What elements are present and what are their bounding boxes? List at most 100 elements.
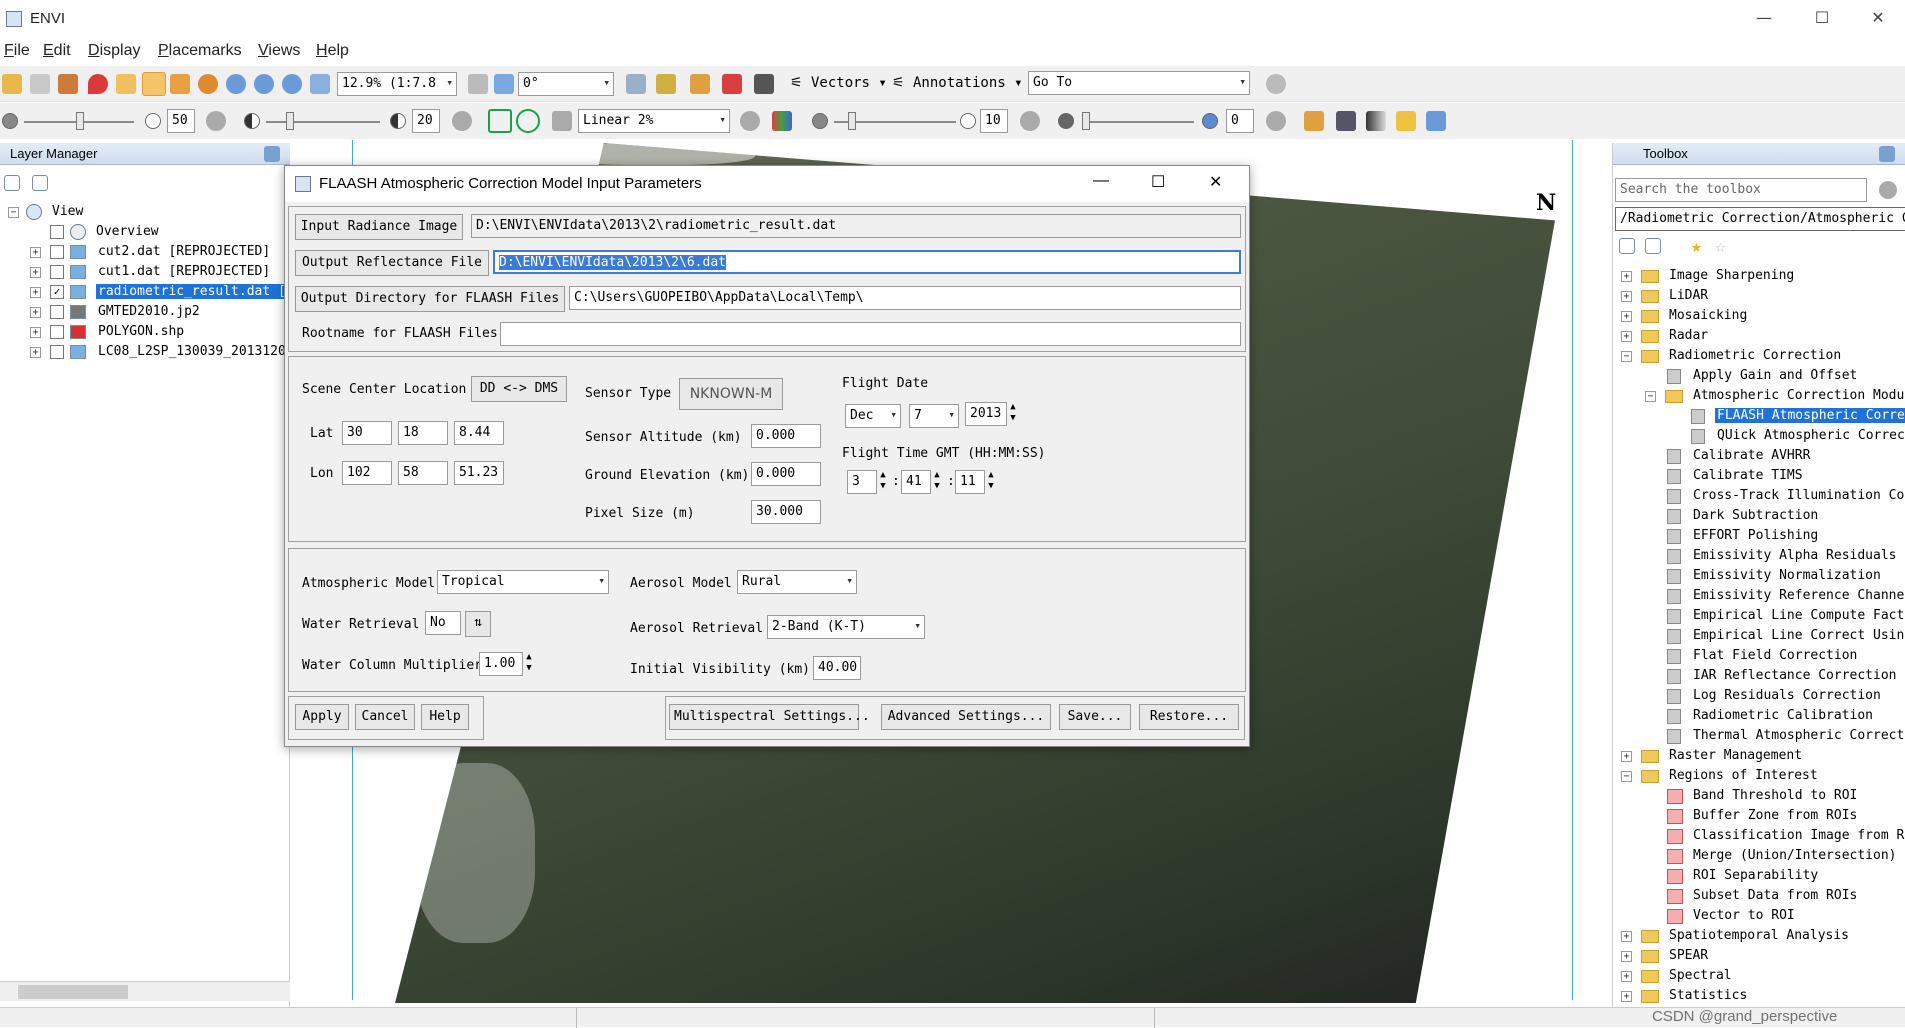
expand-toggle[interactable]: + [1621,291,1632,302]
toolbox-item[interactable]: + Mosaicking [1621,307,1905,327]
transparency-slider[interactable] [1082,121,1194,123]
water-retrieval-field[interactable]: No [425,611,461,635]
dd-dms-button[interactable]: DD <-> DMS [471,376,567,402]
expand-toggle[interactable]: + [1621,931,1632,942]
toolbox-item[interactable]: ROI Separability [1621,867,1905,887]
toolbox-item[interactable]: Calibrate AVHRR [1621,447,1905,467]
expand-toggle[interactable]: − [1621,771,1632,782]
image-view-icon[interactable] [1336,111,1356,131]
roi-icon[interactable] [722,74,742,94]
flight-day-select[interactable]: 7 ▾ [909,404,959,428]
pin-icon[interactable] [264,146,280,162]
aerosol-retrieval-select[interactable]: 2-Band (K-T) ▾ [767,615,925,639]
restore-button[interactable]: Restore... [1139,704,1239,730]
layer-checkbox[interactable] [50,325,64,339]
minimize-button[interactable]: — [1744,8,1784,30]
data-manager-icon[interactable] [30,74,50,94]
input-radiance-field[interactable]: D:\ENVI\ENVIdata\2013\2\radiometric_resu… [471,214,1241,238]
toolbox-item[interactable]: Classification Image from RO [1621,827,1905,847]
lon-seconds[interactable]: 51.23 [454,461,504,485]
pan-icon[interactable] [142,72,166,96]
expand-toggle[interactable]: + [30,287,41,298]
flight-second-spinner[interactable]: ▲ ▼ [985,470,997,494]
toolbox-item[interactable]: Radiometric Calibration [1621,707,1905,727]
lon-degrees[interactable]: 102 [342,461,392,485]
layer-checkbox[interactable] [50,305,64,319]
expand-toggle[interactable]: + [1621,311,1632,322]
contrast-handle[interactable] [286,112,294,130]
expand-toggle[interactable]: − [1621,351,1632,362]
color-table-icon[interactable] [772,111,792,131]
expand-toggle[interactable]: + [30,347,41,358]
stretch-icon[interactable] [552,111,572,131]
toolbox-item[interactable]: + Image Sharpening [1621,267,1905,287]
select-icon[interactable] [116,74,136,94]
flight-year-field[interactable]: 2013 [965,402,1007,426]
toolbox-item[interactable]: Cross-Track Illumination Cor [1621,487,1905,507]
brightness-value[interactable]: 50 [167,109,195,133]
flight-second-field[interactable]: 11 [955,470,985,494]
favorite-star-icon[interactable]: ★ [1691,236,1702,257]
multispectral-settings-button[interactable]: Multispectral Settings... [669,704,870,730]
stretch-select[interactable]: Linear 2% ▾ [578,109,730,133]
toolbox-item[interactable]: Flat Field Correction [1621,647,1905,667]
zoom-out-icon[interactable] [282,74,302,94]
favorites-icon[interactable]: ☆ [1715,236,1726,257]
toolbox-item[interactable]: + Spectral [1621,967,1905,987]
toolbox-item[interactable]: Dark Subtraction [1621,507,1905,527]
measure-icon[interactable] [690,74,710,94]
layer-checkbox[interactable] [50,345,64,359]
flight-hour-spinner[interactable]: ▲ ▼ [877,470,889,494]
toolbox-item[interactable]: QUick Atmospheric Correct [1621,427,1905,447]
toolbox-item[interactable]: IAR Reflectance Correction [1621,667,1905,687]
expand-toggle[interactable]: + [30,267,41,278]
dialog-minimize-button[interactable]: — [1093,172,1109,190]
cancel-button[interactable]: Cancel [355,704,415,730]
fly-icon[interactable] [170,74,190,94]
overview-checkbox[interactable] [50,225,64,239]
water-column-spinner[interactable]: ▲ ▼ [523,652,535,676]
flight-minute-field[interactable]: 41 [901,470,931,494]
transparency-value[interactable]: 0 [1226,109,1254,133]
toolbox-item[interactable]: Vector to ROI [1621,907,1905,927]
toolbox-item[interactable]: Log Residuals Correction [1621,687,1905,707]
aerosol-model-select[interactable]: Rural ▾ [737,570,857,594]
close-button[interactable]: ✕ [1858,8,1898,30]
expand-toggle[interactable]: + [1621,751,1632,762]
toolbox-item[interactable]: − Radiometric Correction [1621,347,1905,367]
layer-row[interactable]: + GMTED2010.jp2 [30,303,290,323]
layer-checkbox[interactable] [50,245,64,259]
expand-toggle[interactable]: − [1645,391,1656,402]
toolbox-item[interactable]: Emissivity Reference Channel [1621,587,1905,607]
refresh-icon[interactable] [1879,181,1897,199]
expand-all-icon[interactable] [1645,238,1661,254]
water-column-field[interactable]: 1.00 [479,652,523,676]
toolbox-item[interactable]: − Atmospheric Correction Modul [1621,387,1905,407]
crosshair-icon[interactable] [656,74,676,94]
output-directory-field[interactable]: C:\Users\GUOPEIBO\AppData\Local\Temp\ [569,286,1241,310]
toolbox-item[interactable]: − Regions of Interest [1621,767,1905,787]
layer-row[interactable]: + LC08_L2SP_130039_20131207 [30,343,290,363]
layer-checkbox[interactable]: ✓ [50,285,64,299]
initial-visibility-field[interactable]: 40.00 [813,656,861,680]
toolbox-item[interactable]: Emissivity Alpha Residuals [1621,547,1905,567]
help-button[interactable]: Help [421,704,469,730]
goto-combo[interactable]: Go To ▾ [1028,71,1250,95]
lat-minutes[interactable]: 18 [398,421,448,445]
layer-horizontal-scrollbar[interactable] [0,981,290,1001]
layer-checkbox[interactable] [50,265,64,279]
grid-icon[interactable] [1426,111,1446,131]
expand-toggle[interactable]: + [30,307,41,318]
flight-minute-spinner[interactable]: ▲ ▼ [931,470,943,494]
crop-icon[interactable] [58,74,78,94]
dialog-close-button[interactable]: ✕ [1209,172,1222,192]
toolbox-search-input[interactable]: Search the toolbox [1615,178,1867,202]
toolbox-item[interactable]: + LiDAR [1621,287,1905,307]
ground-elevation-field[interactable]: 0.000 [751,462,821,486]
zoom-select[interactable]: 12.9% (1:7.8 ▾ [337,72,457,96]
brightness-handle[interactable] [76,112,84,130]
flight-month-select[interactable]: Dec ▾ [845,404,901,428]
placemark-icon[interactable] [88,74,108,94]
spectral-profile-icon[interactable] [626,74,646,94]
expand-toggle[interactable]: + [1621,951,1632,962]
